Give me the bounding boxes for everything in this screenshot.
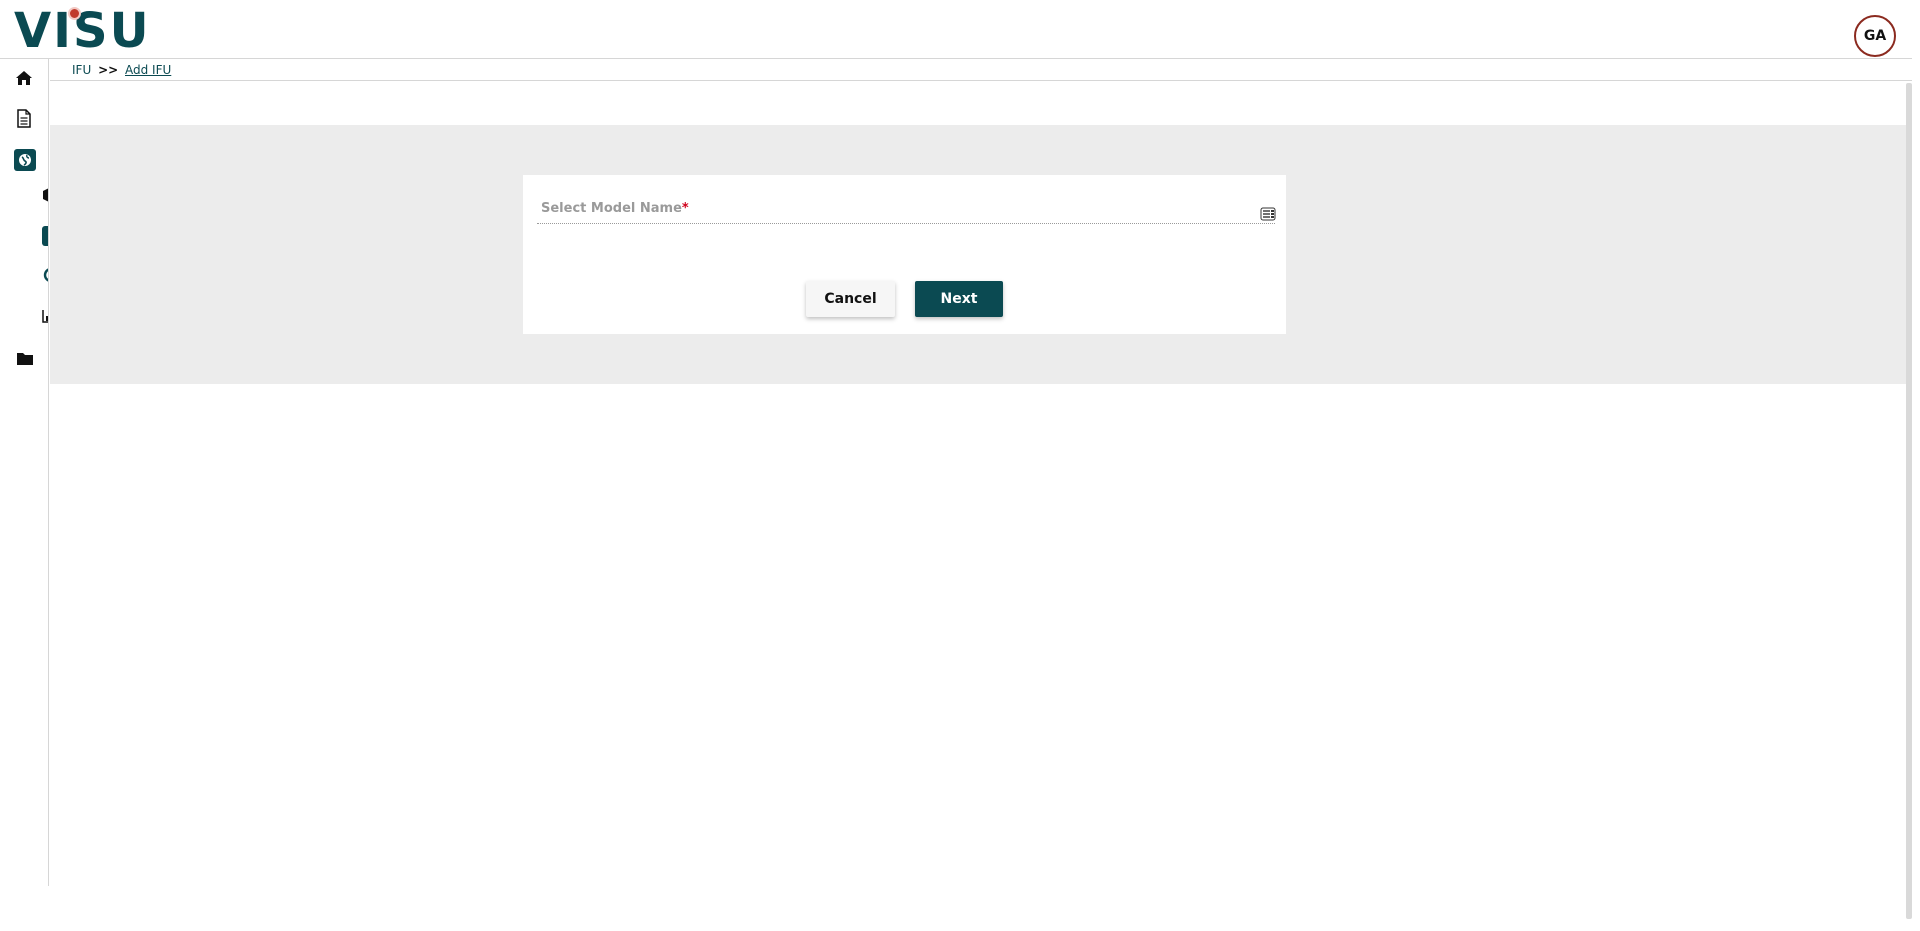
breadcrumb-separator: >> [98, 63, 119, 77]
document-icon[interactable] [13, 107, 35, 129]
box-icon[interactable] [42, 187, 48, 205]
logo-dot-icon [68, 7, 81, 20]
breadcrumb-root[interactable]: IFU [72, 63, 91, 77]
circle-icon[interactable] [42, 226, 48, 248]
breadcrumb: IFU >> Add IFU [50, 59, 1912, 81]
vertical-scrollbar[interactable] [1906, 83, 1912, 919]
required-mark: * [681, 201, 689, 216]
top-header: VISU GA [0, 0, 1912, 59]
chart-icon[interactable] [42, 308, 48, 326]
visu-logo[interactable]: VISU [14, 7, 178, 55]
model-name-field[interactable] [537, 223, 1275, 224]
folder-icon[interactable] [14, 347, 36, 369]
globe-icon[interactable] [14, 149, 36, 171]
user-avatar[interactable]: GA [1854, 15, 1896, 57]
logo-text: VISU [14, 3, 151, 59]
add-ifu-form-card: Select Model Name* Cancel Next [523, 175, 1286, 334]
model-name-label-text: Select Model Name [541, 201, 682, 216]
home-icon[interactable] [13, 67, 35, 89]
breadcrumb-current[interactable]: Add IFU [125, 63, 171, 77]
next-button[interactable]: Next [915, 281, 1003, 317]
refresh-icon[interactable] [42, 267, 48, 285]
model-name-label[interactable]: Select Model Name* [541, 201, 689, 216]
cancel-button[interactable]: Cancel [806, 281, 895, 317]
sidebar [0, 59, 49, 886]
list-select-icon[interactable] [1260, 206, 1276, 221]
